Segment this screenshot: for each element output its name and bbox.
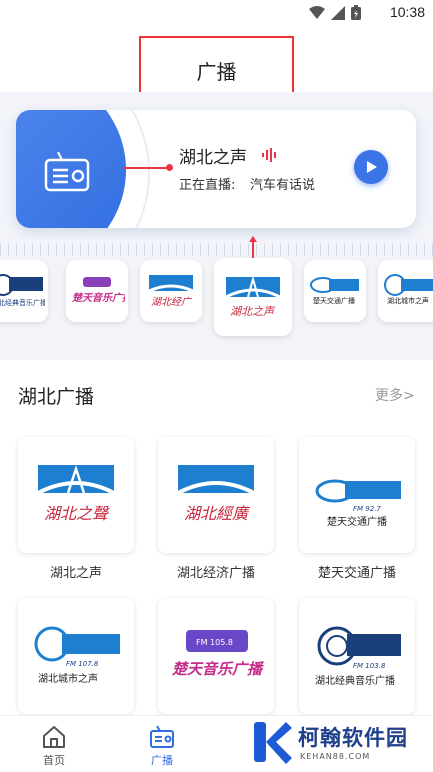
station-card-hubei-voice[interactable]: 湖北之聲 [18, 437, 134, 553]
play-icon [367, 161, 377, 173]
station-freq: FM 103.8 [353, 662, 386, 670]
station-logo-icon: FM 92.7 楚天交通广播 [315, 479, 401, 528]
carousel-item-hubei-city[interactable]: 湖北城市之声 [378, 260, 433, 322]
status-time: 10:38 [389, 4, 425, 20]
live-program: 汽车有话说 [250, 178, 316, 193]
station-card-chutian-traffic[interactable]: FM 92.7 楚天交通广播 [299, 437, 415, 553]
station-label: 湖北之声 [49, 566, 102, 581]
station-logo-icon: 湖北经典音乐广播 [0, 274, 45, 307]
station-logo-text: 湖北經廣 [184, 504, 251, 523]
carousel-logo-text: 湖北经典音乐广播 [0, 298, 45, 307]
station-logo-icon: 楚天交通广播 [310, 277, 359, 305]
station-logo-icon: 湖北之声 [225, 275, 281, 318]
station-label: 湖北经济广播 [176, 566, 255, 581]
station-logo-icon: 楚天音乐广播 [71, 277, 125, 304]
carousel-logo-text: 湖北经广 [151, 296, 193, 308]
station-logo-text: 楚天音乐广播 [171, 660, 264, 678]
station-logo-text: 楚天交通广播 [327, 515, 387, 528]
live-label: 正在直播: [179, 178, 236, 193]
station-card-hubei-economy[interactable]: 湖北經廣 [158, 437, 274, 553]
station-logo-icon: FM 103.8 湖北经典音乐广播 [315, 626, 401, 687]
radio-icon [150, 725, 174, 748]
station-label: 楚天交通广播 [317, 566, 396, 581]
station-logo-icon: FM 107.8 湖北城市之声 [34, 626, 120, 685]
tab-radio[interactable]: 广播 [132, 716, 192, 772]
play-button[interactable] [354, 150, 388, 184]
home-icon [43, 726, 65, 748]
section-title: 湖北广播 [18, 386, 95, 408]
station-logo-icon: 湖北之聲 [37, 465, 115, 523]
header: 广播 [0, 26, 433, 106]
carousel-logo-text: 湖北之声 [230, 305, 276, 318]
watermark-logo-icon [254, 722, 292, 764]
status-bar: 10:38 [0, 0, 433, 26]
watermark-text: 柯翰软件园 [298, 726, 408, 750]
tab-label: 广播 [151, 754, 173, 767]
watermark-sub: KEHAN88.COM [300, 752, 371, 761]
station-card-hubei-classic-music[interactable]: FM 103.8 湖北经典音乐广播 [299, 598, 415, 714]
signal-icon [331, 5, 345, 20]
carousel-item-hubei-economy[interactable]: 湖北经广 [140, 260, 202, 322]
tab-label: 首页 [43, 754, 65, 767]
dial-ticks [0, 244, 433, 256]
more-link[interactable]: 更多> [375, 385, 415, 405]
carousel-item-chutian-traffic[interactable]: 楚天交通广播 [304, 260, 366, 322]
radio-icon [44, 151, 90, 192]
tab-home[interactable]: 首页 [24, 716, 84, 772]
carousel-item-hubei-classic-music[interactable]: 湖北经典音乐广播 [0, 260, 48, 322]
station-logo-icon: 湖北城市之声 [384, 274, 433, 305]
battery-icon [351, 5, 361, 20]
now-playing-card[interactable]: 湖北之声 正在直播: 汽车有话说 [16, 110, 416, 228]
station-logo-text: 湖北之聲 [44, 504, 110, 523]
carousel-logo-text: 湖北城市之声 [387, 296, 429, 305]
carousel-logo-text: 楚天音乐广播 [71, 292, 125, 304]
carousel-item-chutian-music[interactable]: 楚天音乐广播 [66, 260, 128, 322]
station-card-hubei-city[interactable]: FM 107.8 湖北城市之声 [18, 598, 134, 714]
station-logo-text: 湖北经典音乐广播 [315, 674, 395, 687]
station-logo-text: 湖北城市之声 [38, 672, 98, 685]
audio-wave-icon [262, 148, 276, 162]
watermark: 柯翰软件园 KEHAN88.COM [252, 720, 424, 768]
carousel-item-hubei-voice[interactable]: 湖北之声 [214, 258, 292, 336]
station-logo-icon: 湖北经广 [148, 275, 194, 308]
station-freq: FM 92.7 [353, 505, 381, 513]
carousel-logo-text: 楚天交通广播 [313, 296, 355, 305]
now-playing-station: 湖北之声 [179, 148, 247, 168]
station-logo-icon: 湖北經廣 [177, 465, 255, 523]
station-freq: FM 107.8 [66, 660, 99, 668]
station-freq: FM 105.8 [196, 638, 233, 647]
station-card-chutian-music[interactable]: FM 105.8 楚天音乐广播 [158, 598, 274, 714]
dial-needle [124, 167, 168, 169]
station-logo-icon: FM 105.8 楚天音乐广播 [171, 630, 264, 678]
dial-needle-dot [166, 164, 173, 171]
wifi-icon [309, 5, 325, 19]
